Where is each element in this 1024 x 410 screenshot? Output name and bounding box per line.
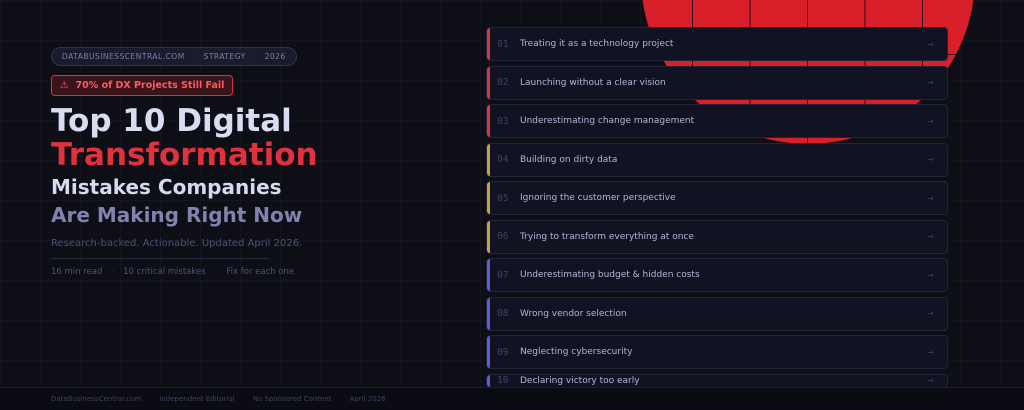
severity-bar — [487, 336, 490, 368]
arrow-right-icon: → — [927, 376, 934, 385]
hero-section: DATABUSINESSCENTRAL.COM · STRATEGY · 202… — [51, 44, 431, 277]
severity-bar — [487, 105, 490, 137]
title-line-4: Are Making Right Now — [51, 203, 303, 227]
mistake-number: 09 — [497, 346, 509, 358]
divider — [51, 258, 269, 259]
alert-badge: ⚠ 70% of DX Projects Still Fail — [51, 75, 234, 96]
mistake-number: 05 — [497, 192, 509, 204]
footer-sponsor: No Sponsored Content — [252, 395, 332, 403]
title-line-2: Transformation — [51, 137, 318, 173]
arrow-right-icon: → — [927, 39, 934, 49]
mistake-item[interactable]: 04 Building on dirty data → — [486, 142, 948, 177]
footer-site[interactable]: DataBusinessCentral.com — [51, 395, 141, 403]
mistake-title: Underestimating budget & hidden costs — [520, 270, 700, 280]
mistake-item[interactable]: 01 Treating it as a technology project → — [486, 27, 948, 61]
arrow-right-icon: → — [927, 78, 934, 87]
arrow-right-icon: → — [927, 116, 934, 126]
mistake-title: Neglecting cybersecurity — [520, 347, 633, 357]
mistake-item[interactable]: 06 Trying to transform everything at once… — [486, 219, 948, 254]
warning-icon: ⚠ — [60, 80, 69, 91]
mistake-number: 08 — [497, 308, 509, 319]
mistake-title: Ignoring the customer perspective — [520, 193, 676, 203]
footer-date: April 2026 — [349, 395, 386, 403]
arrow-right-icon: → — [927, 347, 934, 357]
mistake-item[interactable]: 09 Neglecting cybersecurity → — [486, 335, 948, 369]
subtitle: Research-backed. Actionable. Updated Apr… — [51, 238, 303, 249]
mistake-number: 10 — [497, 375, 509, 386]
mistake-title: Underestimating change management — [520, 116, 695, 126]
breadcrumb-year: 2026 — [264, 52, 286, 61]
breadcrumb-site[interactable]: DATABUSINESSCENTRAL.COM — [62, 52, 185, 61]
mistake-title: Treating it as a technology project — [520, 39, 674, 49]
severity-bar — [487, 374, 490, 387]
severity-bar — [487, 220, 490, 253]
footer-editorial: Independent Editorial — [159, 395, 235, 403]
mistake-title: Trying to transform everything at once — [520, 231, 694, 242]
mistake-title: Wrong vendor selection — [520, 308, 627, 319]
mistake-number: 01 — [497, 38, 509, 50]
mistake-item[interactable]: 03 Underestimating change management → — [486, 104, 948, 138]
mistake-number: 06 — [497, 231, 509, 242]
mistake-item[interactable]: 07 Underestimating budget & hidden costs → — [486, 258, 948, 292]
arrow-right-icon: → — [927, 232, 934, 241]
title-line-1: Top 10 Digital — [51, 103, 292, 139]
mistake-number: 07 — [497, 269, 509, 281]
mistake-number: 03 — [497, 115, 509, 127]
fix-note: Fix for each one — [226, 267, 295, 277]
severity-bar — [487, 28, 490, 60]
arrow-right-icon: → — [927, 270, 934, 280]
mistake-title: Declaring victory too early — [520, 375, 640, 386]
mistake-item[interactable]: 02 Launching without a clear vision → — [486, 65, 948, 100]
mistake-count: 10 critical mistakes — [123, 267, 206, 277]
severity-bar — [487, 143, 490, 176]
mistake-number: 04 — [497, 154, 509, 165]
alert-text: 70% of DX Projects Still Fail — [75, 80, 225, 91]
mistake-title: Building on dirty data — [520, 154, 618, 165]
breadcrumb-category[interactable]: STRATEGY — [204, 52, 246, 61]
severity-bar — [487, 259, 490, 291]
read-time: 16 min read — [51, 267, 103, 277]
arrow-right-icon: → — [927, 193, 934, 203]
mistake-item[interactable]: 05 Ignoring the customer perspective → — [486, 181, 948, 215]
arrow-right-icon: → — [927, 309, 934, 318]
severity-bar — [487, 297, 490, 330]
mistake-item[interactable]: 08 Wrong vendor selection → — [486, 296, 948, 331]
footer: DataBusinessCentral.com Independent Edit… — [0, 387, 1024, 410]
severity-bar — [487, 66, 490, 99]
breadcrumb: DATABUSINESSCENTRAL.COM · STRATEGY · 202… — [51, 47, 297, 66]
severity-bar — [487, 182, 490, 214]
mistake-item[interactable]: 10 Declaring victory too early → — [486, 373, 948, 388]
arrow-right-icon: → — [927, 155, 934, 164]
mistake-list: 01 Treating it as a technology project → 02… — [486, 27, 948, 392]
title-line-3: Mistakes Companies — [51, 175, 282, 199]
article-meta: 16 min read · 10 critical mistakes · Fix… — [51, 267, 295, 277]
mistake-number: 02 — [497, 77, 509, 88]
mistake-title: Launching without a clear vision — [520, 77, 666, 88]
